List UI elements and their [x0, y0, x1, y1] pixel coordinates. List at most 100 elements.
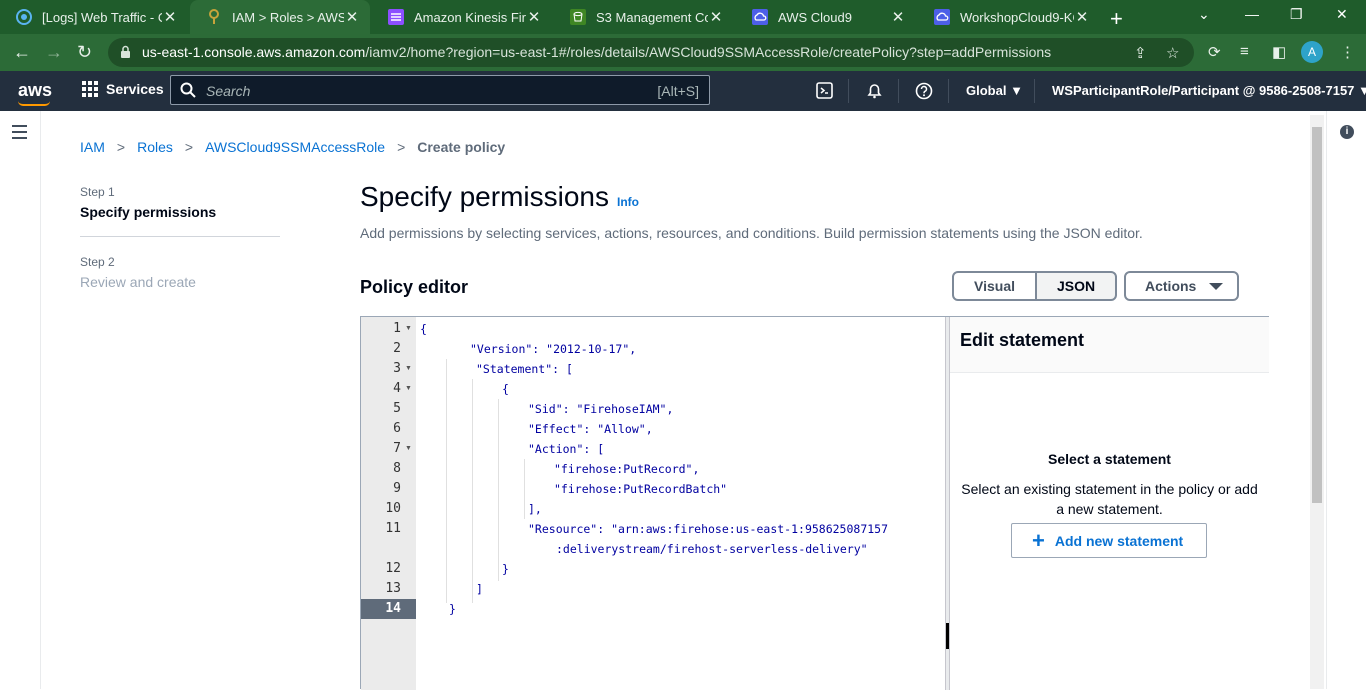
- breadcrumb-iam[interactable]: IAM: [80, 139, 105, 155]
- url-text: us-east-1.console.aws.amazon.com/iamv2/h…: [142, 44, 1052, 60]
- search-icon: [180, 82, 196, 103]
- line-number: 6: [393, 421, 401, 436]
- editor-mode-toggle: Visual JSON: [952, 271, 1118, 301]
- scrollbar-thumb[interactable]: [1312, 127, 1322, 503]
- sidebar-toggle-icon[interactable]: ◧: [1272, 43, 1286, 61]
- indent-guide: [472, 379, 473, 603]
- code-line: "Sid": "FirehoseIAM",: [528, 402, 674, 416]
- browser-tab-active[interactable]: IAM > Roles > AWSClo ✕: [190, 0, 370, 34]
- profile-avatar[interactable]: A: [1301, 41, 1323, 63]
- minimize-icon[interactable]: —: [1245, 6, 1259, 22]
- line-number: 10: [385, 501, 401, 516]
- share-icon[interactable]: ⇪: [1134, 44, 1147, 62]
- region-selector[interactable]: Global ▼: [966, 83, 1023, 98]
- browser-tab[interactable]: Amazon Kinesis Fireho ✕: [372, 0, 552, 34]
- empty-state-title: Select a statement: [1048, 451, 1171, 467]
- breadcrumb-roles[interactable]: Roles: [137, 139, 173, 155]
- lock-icon[interactable]: [120, 45, 131, 64]
- indent-guide: [446, 359, 447, 603]
- close-tab-icon[interactable]: ✕: [890, 8, 906, 26]
- info-icon[interactable]: i: [1340, 125, 1354, 139]
- close-window-icon[interactable]: ✕: [1336, 6, 1348, 23]
- tab-search-chevron-icon[interactable]: ⌄: [1198, 6, 1210, 23]
- breadcrumb-role[interactable]: AWSCloud9SSMAccessRole: [205, 139, 385, 155]
- address-bar: ← → ↻ us-east-1.console.aws.amazon.com/i…: [0, 34, 1366, 71]
- code-line: "Version": "2012-10-17",: [470, 342, 637, 356]
- aws-logo[interactable]: aws: [18, 80, 52, 101]
- close-tab-icon[interactable]: ✕: [162, 8, 178, 26]
- services-menu-button[interactable]: Services: [82, 81, 164, 97]
- fold-toggle-icon[interactable]: ▼: [405, 359, 412, 379]
- splitter-handle[interactable]: [946, 623, 949, 649]
- line-number: [361, 539, 416, 559]
- line-number: 5: [393, 401, 401, 416]
- close-tab-icon[interactable]: ✕: [526, 8, 542, 26]
- page-content: IAM > Roles > AWSCloud9SSMAccessRole > C…: [0, 111, 1366, 690]
- code-line: "Resource": "arn:aws:firehose:us-east-1:…: [528, 522, 889, 536]
- line-number: 12: [385, 561, 401, 576]
- browser-tab[interactable]: WorkshopCloud9-KG1 ✕: [918, 0, 1100, 34]
- browser-tab[interactable]: AWS Cloud9 ✕: [736, 0, 916, 34]
- bookmark-star-icon[interactable]: ☆: [1166, 44, 1179, 62]
- new-tab-icon[interactable]: +: [1110, 6, 1123, 32]
- step-number: Step 2: [80, 255, 115, 269]
- indent-guide: [498, 399, 499, 581]
- wizard-steps: Step 1 Specify permissions Step 2 Review…: [80, 185, 280, 290]
- cloudshell-icon[interactable]: [816, 82, 833, 104]
- fold-toggle-icon[interactable]: ▼: [405, 439, 412, 459]
- step-divider: [80, 236, 280, 237]
- caret-down-icon: [1209, 283, 1223, 290]
- back-icon[interactable]: ←: [13, 42, 31, 63]
- code-line: "firehose:PutRecordBatch": [554, 482, 728, 496]
- forward-icon[interactable]: →: [45, 42, 63, 63]
- code-line: {: [420, 322, 427, 336]
- browser-tab[interactable]: [Logs] Web Traffic - Op ✕: [0, 0, 188, 34]
- json-mode-button[interactable]: JSON: [1036, 271, 1118, 301]
- hamburger-menu-icon[interactable]: [12, 125, 27, 143]
- breadcrumb: IAM > Roles > AWSCloud9SSMAccessRole > C…: [80, 139, 505, 155]
- reload-icon[interactable]: ↻: [77, 42, 92, 63]
- close-tab-icon[interactable]: ✕: [1074, 8, 1090, 26]
- left-rail: [0, 111, 41, 689]
- close-tab-icon[interactable]: ✕: [708, 8, 724, 26]
- url-field[interactable]: us-east-1.console.aws.amazon.com/iamv2/h…: [108, 38, 1194, 67]
- aws-logo-smile-icon: [18, 101, 50, 106]
- edit-statement-title: Edit statement: [950, 317, 1269, 373]
- page-scrollbar[interactable]: [1310, 115, 1324, 689]
- line-number: 14: [361, 599, 416, 619]
- info-link[interactable]: Info: [617, 195, 639, 209]
- restore-icon[interactable]: ❐: [1290, 6, 1303, 23]
- code-line: :deliverystream/firehost-serverless-deli…: [556, 542, 868, 556]
- chevron-right-icon: >: [116, 139, 126, 155]
- code-area[interactable]: {"Version": "2012-10-17", "Statement": [{…: [416, 317, 945, 690]
- step-title-disabled: Review and create: [80, 274, 196, 290]
- kinesis-icon: [388, 9, 404, 25]
- extension-icon[interactable]: ⟳: [1208, 43, 1221, 61]
- policy-editor-heading: Policy editor: [360, 277, 469, 297]
- fold-toggle-icon[interactable]: ▼: [405, 379, 412, 399]
- help-icon[interactable]: [915, 82, 933, 105]
- code-line: }: [449, 602, 456, 616]
- browser-tab[interactable]: S3 Management Cons ✕: [554, 0, 734, 34]
- code-line: ],: [528, 502, 542, 516]
- iam-icon: [206, 9, 222, 25]
- search-input[interactable]: Search [Alt+S]: [170, 75, 710, 105]
- close-tab-icon[interactable]: ✕: [344, 8, 360, 26]
- code-line: "Effect": "Allow",: [528, 422, 653, 436]
- cloud9-icon: [752, 9, 768, 25]
- account-menu[interactable]: WSParticipantRole/Participant @ 9586-250…: [1052, 83, 1366, 98]
- fold-toggle-icon[interactable]: ▼: [405, 319, 412, 339]
- code-line: ]: [476, 582, 483, 596]
- menu-kebab-icon[interactable]: ⋮: [1340, 43, 1355, 61]
- right-rail: i: [1326, 111, 1366, 689]
- code-line: "Action": [: [528, 442, 605, 456]
- indent-guide: [524, 459, 525, 519]
- visual-mode-button[interactable]: Visual: [952, 271, 1036, 301]
- notifications-bell-icon[interactable]: [866, 82, 883, 104]
- media-queue-icon[interactable]: ≡: [1240, 43, 1249, 60]
- chevron-right-icon: >: [184, 139, 194, 155]
- breadcrumb-current: Create policy: [417, 139, 506, 155]
- add-new-statement-button[interactable]: + Add new statement: [1011, 523, 1207, 558]
- edit-statement-panel: Edit statement Select a statement Select…: [950, 317, 1269, 690]
- actions-dropdown[interactable]: Actions: [1124, 271, 1239, 301]
